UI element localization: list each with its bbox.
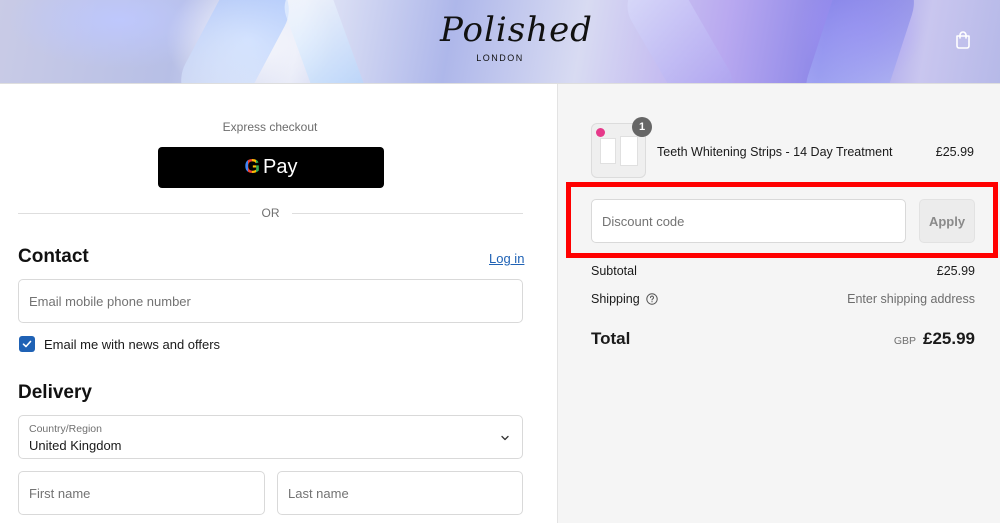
contact-heading: Contact — [18, 246, 89, 267]
google-pay-button[interactable]: G Pay — [158, 147, 384, 188]
last-name-field[interactable] — [277, 471, 523, 515]
logo-subtitle: LONDON — [476, 53, 524, 63]
divider-line — [291, 212, 523, 214]
discount-code-input[interactable] — [592, 200, 905, 242]
help-circle-icon[interactable] — [645, 293, 658, 305]
product-price: £25.99 — [935, 145, 974, 159]
email-field[interactable] — [18, 279, 523, 323]
header-banner: Polished LONDON — [0, 0, 1000, 84]
country-select[interactable]: Country/Region United Kingdom — [18, 415, 523, 459]
total-row: Total GBP £25.99 — [591, 329, 975, 349]
store-logo[interactable]: Polished LONDON — [440, 8, 593, 70]
logo-script-text: Polished — [440, 10, 593, 50]
first-name-field[interactable] — [18, 471, 265, 515]
express-checkout-label: Express checkout — [222, 120, 318, 134]
quantity-badge: 1 — [632, 117, 652, 137]
banner-decoration — [616, 0, 744, 83]
or-divider: OR — [18, 205, 523, 221]
product-box-image — [600, 138, 616, 164]
banner-decoration — [168, 0, 302, 83]
newsletter-label: Email me with news and offers — [44, 336, 221, 352]
brand-mark-icon — [596, 128, 605, 137]
newsletter-checkbox-row[interactable]: Email me with news and offers — [19, 336, 220, 352]
google-g-icon: G — [244, 156, 261, 178]
shopping-bag-icon[interactable] — [953, 30, 973, 50]
checkout-form: Express checkout G Pay OR Contact Log in… — [0, 84, 557, 523]
total-label: Total — [591, 329, 631, 348]
login-link[interactable]: Log in — [489, 251, 524, 266]
chevron-down-icon — [501, 435, 509, 441]
shipping-value: Enter shipping address — [847, 292, 975, 306]
country-value: United Kingdom — [29, 438, 122, 453]
newsletter-checkbox[interactable] — [19, 336, 35, 352]
email-input[interactable] — [19, 280, 522, 322]
discount-code-field[interactable] — [591, 199, 906, 243]
order-summary: 1 Teeth Whitening Strips - 14 Day Treatm… — [557, 84, 1000, 523]
checkmark-icon — [22, 340, 32, 348]
banner-decoration — [795, 0, 925, 83]
banner-decoration — [277, 0, 373, 83]
shipping-row: Shipping Enter shipping address — [591, 292, 975, 306]
shipping-label: Shipping — [591, 292, 640, 306]
product-name: Teeth Whitening Strips - 14 Day Treatmen… — [657, 145, 893, 159]
total-value: £25.99 — [923, 329, 975, 348]
google-pay-label: Pay — [263, 156, 298, 178]
currency-code: GBP — [893, 335, 916, 347]
first-name-input[interactable] — [19, 472, 264, 514]
country-label: Country/Region — [29, 423, 102, 435]
last-name-input[interactable] — [278, 472, 522, 514]
shipping-label-group: Shipping — [591, 292, 658, 306]
divider-line — [18, 212, 250, 214]
or-text: OR — [261, 206, 280, 220]
delivery-heading: Delivery — [18, 382, 92, 403]
total-amount-group: GBP £25.99 — [894, 329, 975, 349]
subtotal-row: Subtotal £25.99 — [591, 264, 975, 278]
subtotal-value: £25.99 — [936, 264, 975, 278]
product-box-image — [620, 136, 638, 166]
subtotal-label: Subtotal — [591, 264, 637, 278]
apply-discount-button[interactable]: Apply — [919, 199, 975, 243]
